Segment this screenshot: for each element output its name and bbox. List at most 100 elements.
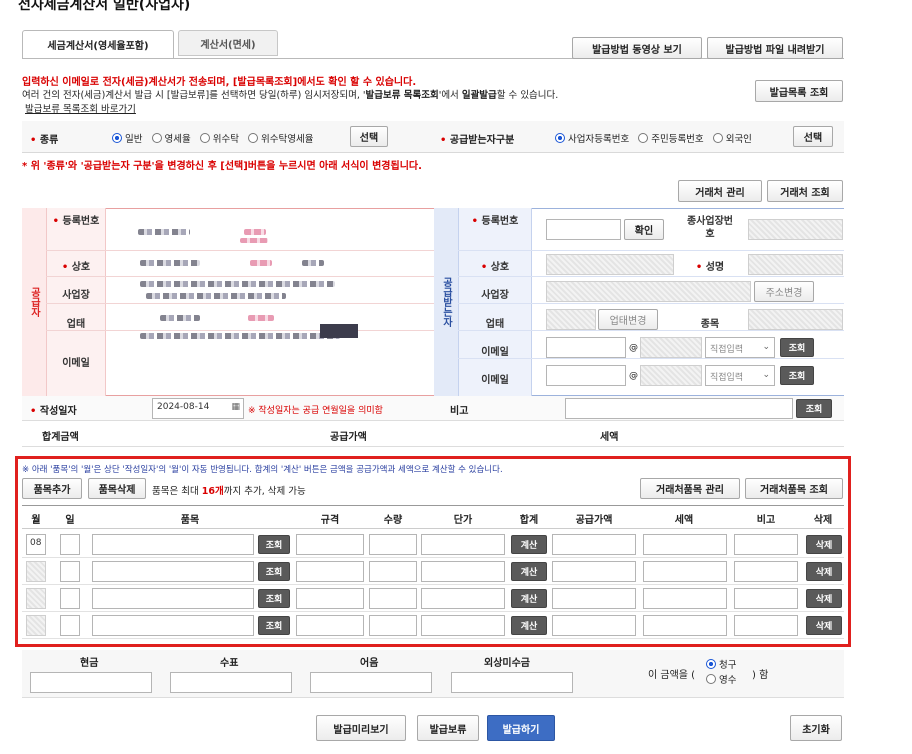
calc-button[interactable]: 계산 [511, 616, 547, 635]
month-input[interactable] [26, 588, 46, 609]
receiver-email1-domain[interactable] [640, 337, 702, 358]
day-input[interactable] [60, 615, 80, 636]
month-input[interactable] [26, 561, 46, 582]
item-input[interactable] [92, 615, 254, 636]
partner-item-manage-button[interactable]: 거래처품목 관리 [640, 478, 740, 499]
unit-price-input[interactable] [421, 615, 505, 636]
type-options[interactable]: 일반 영세율 위수탁 위수탁영세율 [112, 131, 314, 145]
receiver-email2-domain[interactable] [640, 365, 702, 386]
qty-input[interactable] [369, 615, 417, 636]
qty-input[interactable] [369, 534, 417, 555]
hold-button[interactable]: 발급보류 [417, 715, 479, 741]
reset-button[interactable]: 초기화 [790, 715, 842, 741]
remove-item-button[interactable]: 품목삭제 [88, 478, 146, 499]
add-item-button[interactable]: 품목추가 [22, 478, 82, 499]
unit-price-input[interactable] [421, 534, 505, 555]
issue-list-button[interactable]: 발급목록 조회 [755, 80, 843, 102]
receiver-email1-select[interactable]: 직접입력 ⌄ [705, 337, 775, 358]
calc-button[interactable]: 계산 [511, 589, 547, 608]
radio-zero-rate[interactable] [151, 133, 162, 143]
radio-biz-no[interactable] [555, 133, 565, 143]
tax-input[interactable] [643, 534, 727, 555]
supply-input[interactable] [552, 534, 636, 555]
change-address-button[interactable]: 주소변경 [754, 281, 814, 302]
credit-input[interactable] [451, 672, 573, 693]
receiver-select-button[interactable]: 선택 [793, 126, 833, 147]
day-input[interactable] [60, 561, 80, 582]
radio-foreigner[interactable] [712, 133, 723, 143]
item-lookup-button[interactable]: 조회 [258, 562, 290, 581]
cash-input[interactable] [30, 672, 152, 693]
memo-input[interactable] [565, 398, 793, 419]
change-biztype-button[interactable]: 업태변경 [598, 309, 658, 330]
memo-lookup-button[interactable]: 조회 [796, 399, 832, 418]
receiver-name-input[interactable] [546, 254, 674, 275]
partner-manage-button[interactable]: 거래처 관리 [678, 180, 762, 202]
memo-input[interactable] [734, 534, 798, 555]
delete-row-button[interactable]: 삭제 [806, 535, 842, 554]
receiver-reg-input[interactable] [546, 219, 621, 240]
note-input[interactable] [310, 672, 432, 693]
item-input[interactable] [92, 588, 254, 609]
hold-list-link[interactable]: 발급보류 목록조회 바로가기 [25, 101, 136, 115]
delete-row-button[interactable]: 삭제 [806, 589, 842, 608]
receiver-item-input[interactable] [748, 309, 843, 330]
month-input[interactable]: 08 [26, 534, 46, 555]
receiver-email1-lookup[interactable]: 조회 [780, 338, 814, 357]
tax-input[interactable] [643, 615, 727, 636]
receipt-radio[interactable]: 영수 [706, 672, 736, 686]
receiver-biztype-input[interactable] [546, 309, 596, 330]
supply-input[interactable] [552, 588, 636, 609]
supply-input[interactable] [552, 615, 636, 636]
date-input[interactable]: 2024-08-14 ▦ [152, 398, 244, 419]
radio-resident-no[interactable] [638, 133, 649, 143]
memo-input[interactable] [734, 615, 798, 636]
video-guide-button[interactable]: 발급방법 동영상 보기 [572, 37, 702, 59]
radio-consign-zero[interactable] [248, 133, 259, 143]
receiver-address-input[interactable] [546, 281, 751, 302]
item-input[interactable] [92, 561, 254, 582]
memo-input[interactable] [734, 588, 798, 609]
day-input[interactable] [60, 588, 80, 609]
tax-input[interactable] [643, 588, 727, 609]
spec-input[interactable] [296, 534, 364, 555]
receiver-email1-id[interactable] [546, 337, 626, 358]
download-guide-button[interactable]: 발급방법 파일 내려받기 [707, 37, 843, 59]
unit-price-input[interactable] [421, 588, 505, 609]
tax-input[interactable] [643, 561, 727, 582]
receiver-email2-lookup[interactable]: 조회 [780, 366, 814, 385]
memo-input[interactable] [734, 561, 798, 582]
preview-button[interactable]: 발급미리보기 [316, 715, 406, 741]
spec-input[interactable] [296, 615, 364, 636]
receiver-email2-select[interactable]: 직접입력 ⌄ [705, 365, 775, 386]
supply-input[interactable] [552, 561, 636, 582]
item-lookup-button[interactable]: 조회 [258, 616, 290, 635]
partner-item-lookup-button[interactable]: 거래처품목 조회 [745, 478, 843, 499]
tab-invoice[interactable]: 계산서(면세) [178, 30, 278, 56]
sub-branch-input[interactable] [748, 219, 843, 240]
receiver-type-options[interactable]: 사업자등록번호 주민등록번호 외국인 [555, 131, 752, 145]
receiver-confirm-button[interactable]: 확인 [624, 219, 664, 240]
claim-radio[interactable]: 청구 [706, 657, 736, 671]
check-input[interactable] [170, 672, 292, 693]
unit-price-input[interactable] [421, 561, 505, 582]
item-lookup-button[interactable]: 조회 [258, 589, 290, 608]
type-select-button[interactable]: 선택 [350, 126, 388, 147]
qty-input[interactable] [369, 588, 417, 609]
receiver-rep-input[interactable] [748, 254, 843, 275]
calc-button[interactable]: 계산 [511, 562, 547, 581]
tab-tax-invoice[interactable]: 세금계산서(영세율포함) [22, 30, 174, 58]
delete-row-button[interactable]: 삭제 [806, 616, 842, 635]
qty-input[interactable] [369, 561, 417, 582]
item-lookup-button[interactable]: 조회 [258, 535, 290, 554]
calendar-icon[interactable]: ▦ [231, 402, 240, 412]
month-input[interactable] [26, 615, 46, 636]
radio-consign[interactable] [199, 133, 210, 143]
spec-input[interactable] [296, 588, 364, 609]
day-input[interactable] [60, 534, 80, 555]
spec-input[interactable] [296, 561, 364, 582]
item-input[interactable] [92, 534, 254, 555]
receiver-email2-id[interactable] [546, 365, 626, 386]
partner-lookup-button[interactable]: 거래처 조회 [767, 180, 843, 202]
radio-general[interactable] [112, 133, 122, 143]
